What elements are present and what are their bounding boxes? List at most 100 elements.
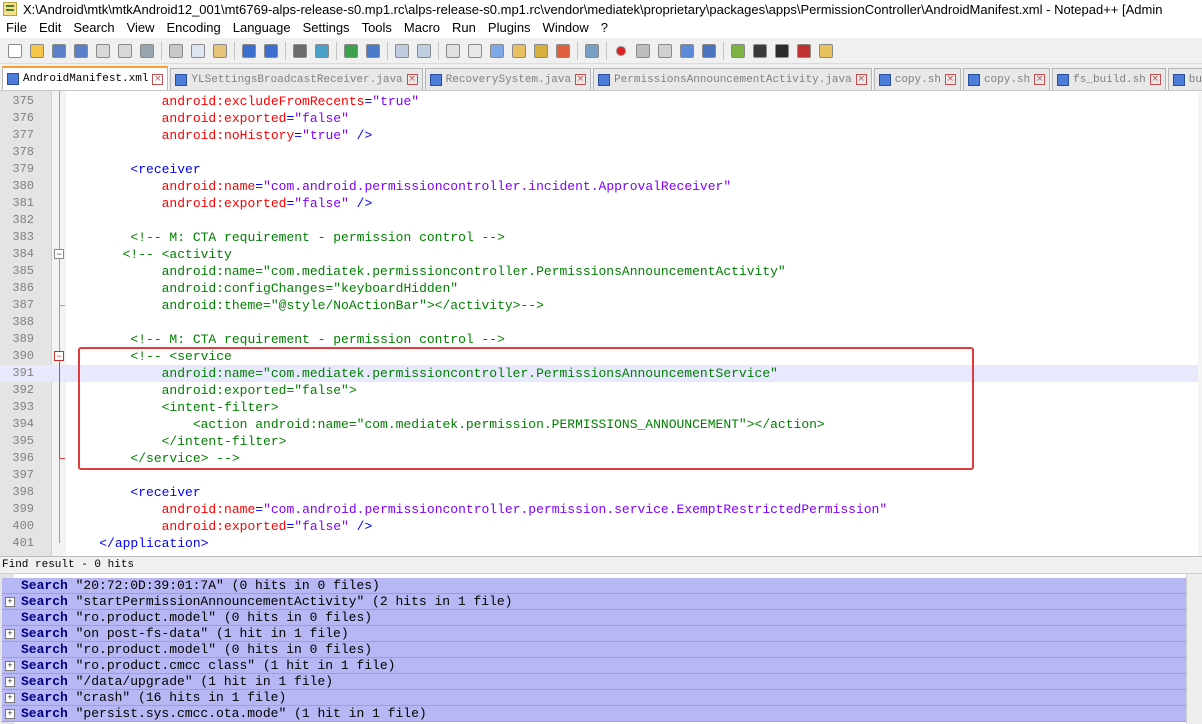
find-result-row[interactable]: + Search "ro.product.cmcc class" (1 hit i… [2,658,1202,674]
tab-recoverysystem-java[interactable]: RecoverySystem.java × [424,68,592,90]
code-line[interactable]: 380 android:name="com.android.permission… [0,178,1202,195]
editor-scrollbar[interactable] [1198,91,1202,556]
close-tab-icon[interactable]: × [1149,74,1161,85]
expand-icon[interactable]: + [5,660,15,671]
new-file-icon[interactable] [6,42,24,60]
code-line[interactable]: 378 [0,144,1202,161]
menu-search[interactable]: Search [67,18,120,38]
code-line[interactable]: 401 </application> [0,535,1202,552]
close-tab-icon[interactable]: × [1034,74,1046,85]
menu-plugins[interactable]: Plugins [482,18,537,38]
code-line[interactable]: 387 android:theme="@style/NoActionBar"><… [0,297,1202,314]
record-macro-icon[interactable] [612,42,630,60]
stop-record-icon[interactable] [634,42,652,60]
code-line[interactable]: 375 android:excludeFromRecents="true" [0,93,1202,110]
close-icon[interactable] [94,42,112,60]
code-line[interactable]: 379 <receiver [0,161,1202,178]
code-line[interactable]: 389 <!-- M: CTA requirement - permission… [0,331,1202,348]
fold-toggle-icon[interactable]: − [54,351,64,361]
menu-help[interactable]: ? [595,18,614,38]
android-icon[interactable] [729,42,747,60]
find-result-scrollbar[interactable] [1186,574,1202,724]
replace-icon[interactable] [313,42,331,60]
find-result-row[interactable]: +Search "20:72:0D:39:01:7A" (0 hits in 0… [2,578,1202,594]
find-result-row[interactable]: +Search "ro.product.model" (0 hits in 0 … [2,610,1202,626]
run-multiple-icon[interactable] [678,42,696,60]
close-tab-icon[interactable]: × [855,74,867,85]
code-line[interactable]: 394 <action android:name="com.mediatek.p… [0,416,1202,433]
editor-pane[interactable]: 375 android:excludeFromRecents="true" 376… [0,90,1202,556]
menu-encoding[interactable]: Encoding [161,18,227,38]
tab-copy-sh[interactable]: copy.sh × [873,68,961,90]
code-line[interactable]: 377 android:noHistory="true" /> [0,127,1202,144]
code-line[interactable]: 391 android:name="com.mediatek.permissio… [0,365,1202,382]
code-line[interactable]: 399 android:name="com.android.permission… [0,501,1202,518]
doc-map-icon[interactable] [510,42,528,60]
menu-view[interactable]: View [121,18,161,38]
code-line[interactable]: 381 android:exported="false" /> [0,195,1202,212]
menu-settings[interactable]: Settings [297,18,356,38]
save-macro-icon[interactable] [700,42,718,60]
show-all-chars-icon[interactable] [466,42,484,60]
code-line[interactable]: 385 android:name="com.mediatek.permissio… [0,263,1202,280]
monitoring-icon[interactable] [583,42,601,60]
zoom-in-icon[interactable] [342,42,360,60]
find-result-row[interactable]: + Search "startPermissionAnnouncementActi… [2,594,1202,610]
menu-window[interactable]: Window [537,18,595,38]
folder-as-workspace-icon[interactable] [554,42,572,60]
sync-horizontal-icon[interactable] [415,42,433,60]
indent-guide-icon[interactable] [488,42,506,60]
expand-icon[interactable]: + [5,692,15,703]
play-macro-icon[interactable] [656,42,674,60]
zoom-out-icon[interactable] [364,42,382,60]
expand-icon[interactable]: + [5,708,15,719]
tab-permissionsannouncementactivity-java[interactable]: PermissionsAnnouncementActivity.java × [593,68,872,90]
code-line[interactable]: 388 [0,314,1202,331]
code-line[interactable]: 395 </intent-filter> [0,433,1202,450]
close-tab-icon[interactable]: × [152,73,164,85]
phone-icon[interactable] [751,42,769,60]
find-result-row[interactable]: + Search "/data/upgrade" (1 hit in 1 file… [2,674,1202,690]
spellcheck-icon[interactable] [795,42,813,60]
menu-file[interactable]: File [0,18,33,38]
word-wrap-icon[interactable] [444,42,462,60]
tab-fs-build-sh[interactable]: fs_build.sh × [1052,68,1166,90]
function-list-icon[interactable] [532,42,550,60]
code-line[interactable]: 390 <!-- <service [0,348,1202,365]
code-line[interactable]: 382 [0,212,1202,229]
menu-run[interactable]: Run [446,18,482,38]
redo-icon[interactable] [262,42,280,60]
code-line[interactable]: 396 </service> --> [0,450,1202,467]
expand-icon[interactable]: + [5,676,15,687]
save-icon[interactable] [50,42,68,60]
code-line[interactable]: 398 <receiver [0,484,1202,501]
open-file-icon[interactable] [28,42,46,60]
code-line[interactable]: 393 <intent-filter> [0,399,1202,416]
close-tab-icon[interactable]: × [575,74,587,85]
cut-icon[interactable] [167,42,185,60]
undo-icon[interactable] [240,42,258,60]
tab-androidmanifest-xml[interactable]: AndroidManifest.xml × [2,66,169,90]
close-tab-icon[interactable]: × [406,74,418,85]
code-line[interactable]: 384 <!-- <activity [0,246,1202,263]
menu-language[interactable]: Language [227,18,297,38]
expand-icon[interactable]: + [5,596,15,607]
find-result-row[interactable]: + Search "on post-fs-data" (1 hit in 1 fi… [2,626,1202,642]
find-icon[interactable] [291,42,309,60]
code-line[interactable]: 400 android:exported="false" /> [0,518,1202,535]
code-line[interactable]: 392 android:exported="false"> [0,382,1202,399]
expand-icon[interactable]: + [5,628,15,639]
plugin-folder-icon[interactable] [817,42,835,60]
fold-toggle-icon[interactable]: − [54,249,64,259]
tab-buildinfo-sh[interactable]: buildinfo.sh× [1167,68,1202,90]
console-icon[interactable] [773,42,791,60]
find-result-row[interactable]: +Search "ro.product.model" (0 hits in 0 … [2,642,1202,658]
close-all-icon[interactable] [116,42,134,60]
tab-copy-sh[interactable]: copy.sh × [962,68,1051,90]
paste-icon[interactable] [211,42,229,60]
tab-ylsettingsbroadcastreceiver-java[interactable]: YLSettingsBroadcastReceiver.java × [170,68,423,90]
close-tab-icon[interactable]: × [944,74,956,85]
save-all-icon[interactable] [72,42,90,60]
code-line[interactable]: 383 <!-- M: CTA requirement - permission… [0,229,1202,246]
code-line[interactable]: 397 [0,467,1202,484]
